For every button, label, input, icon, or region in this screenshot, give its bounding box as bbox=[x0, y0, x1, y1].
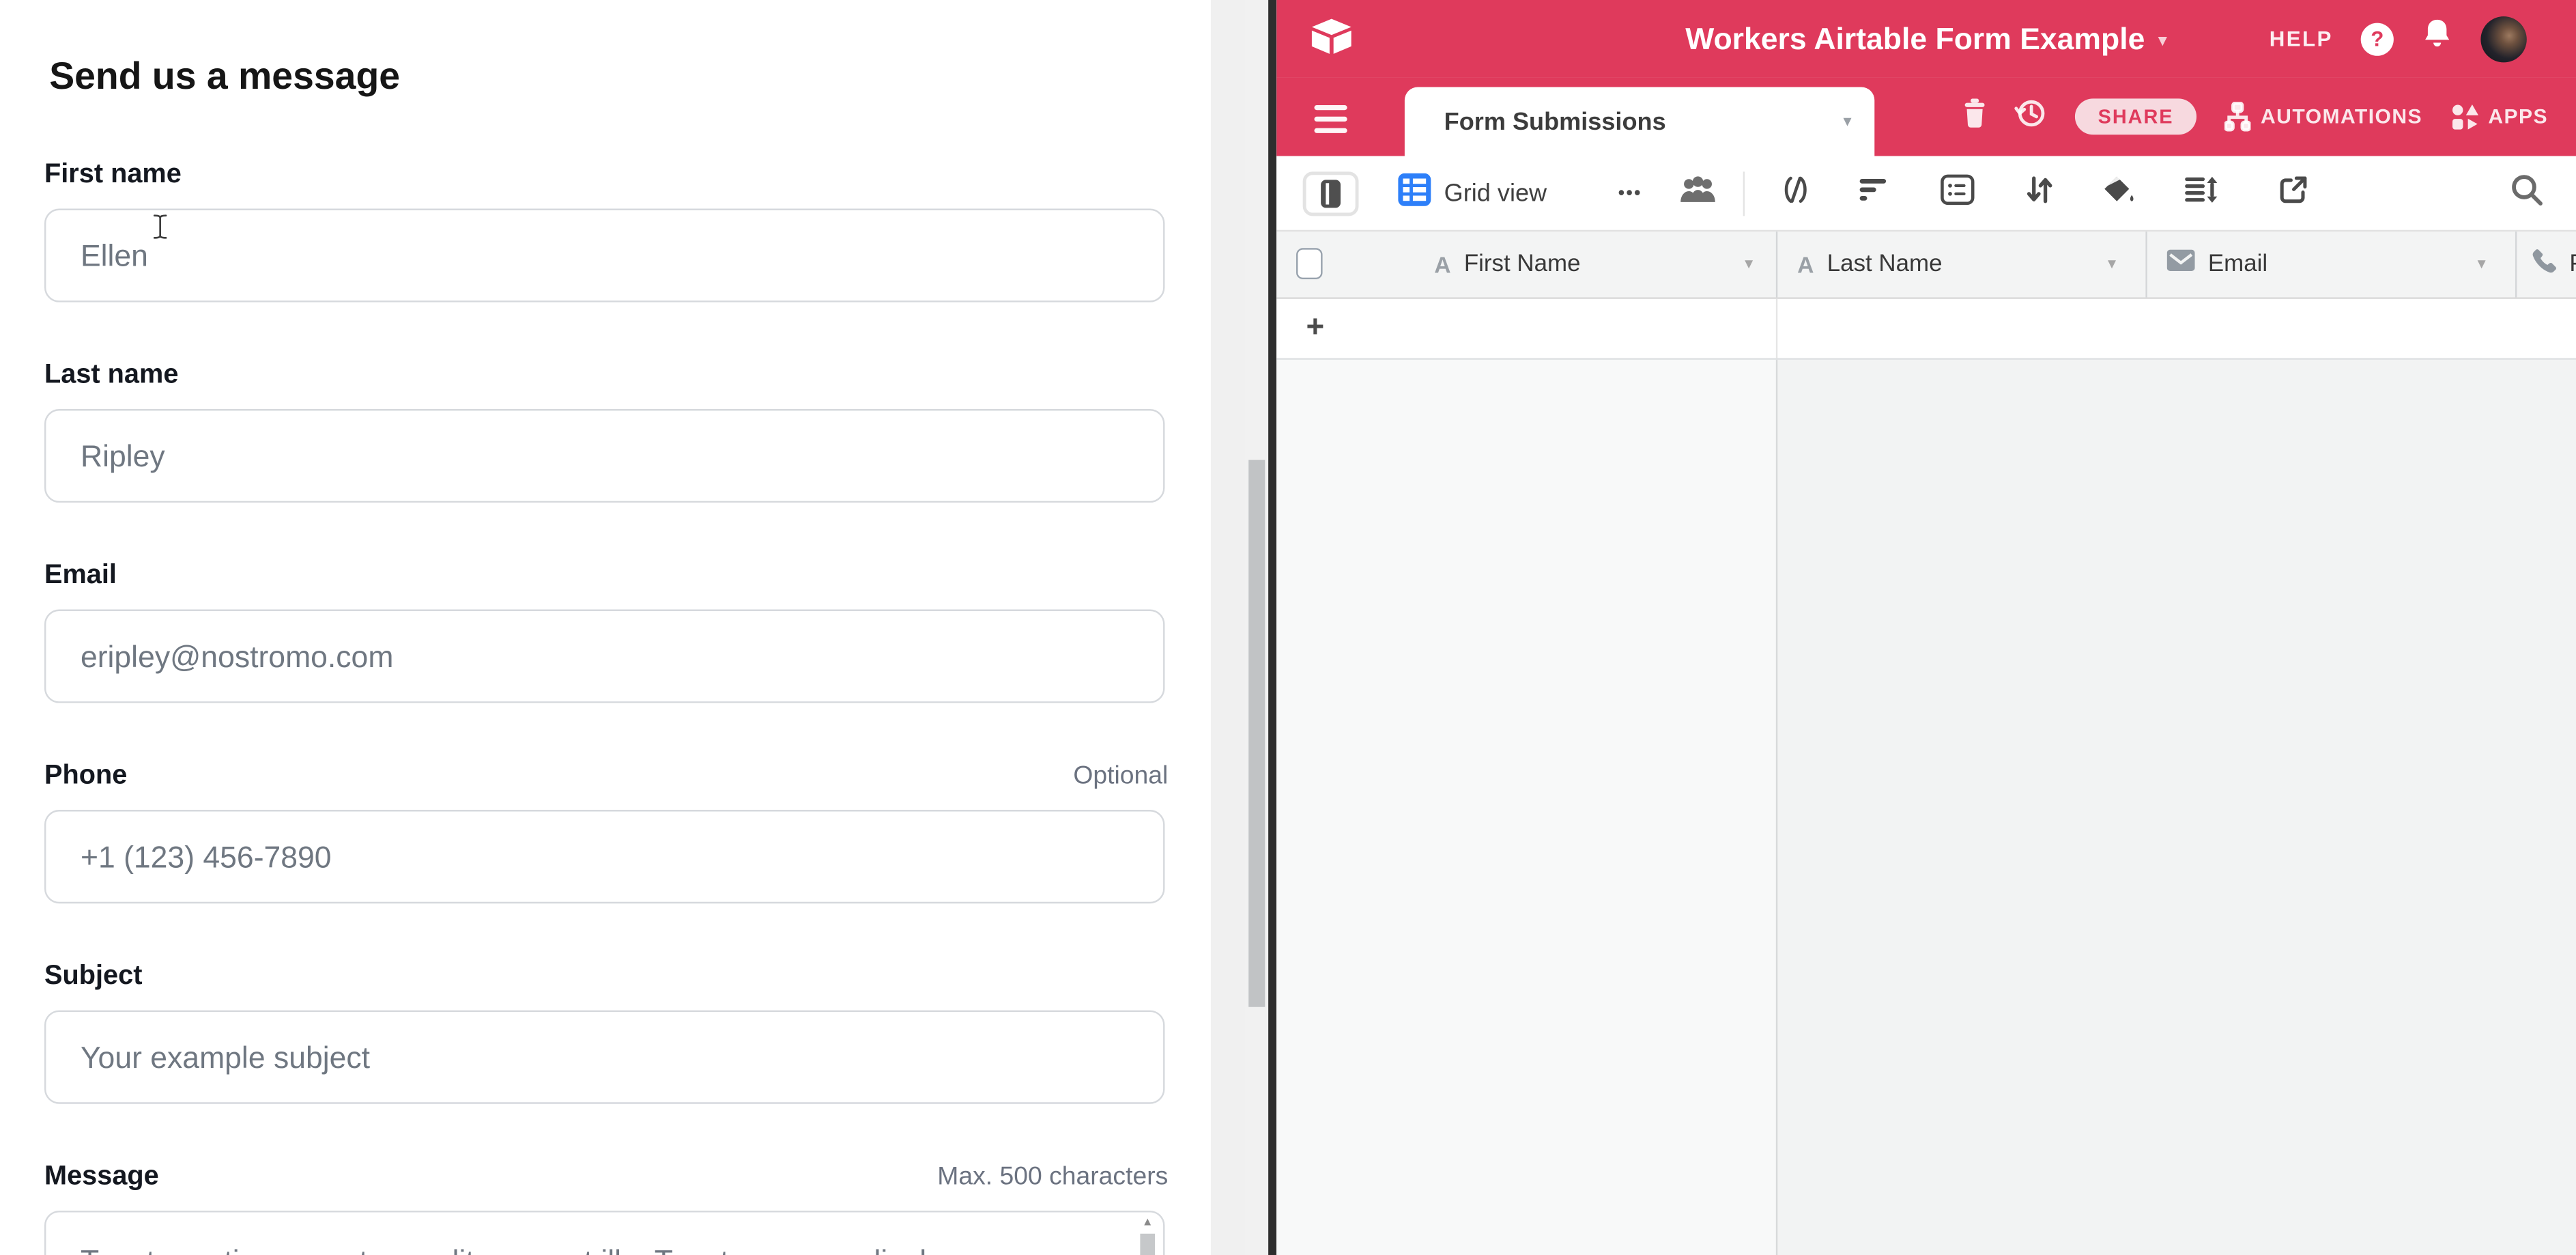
screen: Send us a message First name Last name E… bbox=[0, 0, 2576, 1255]
tab-bar-right-cluster: SHARE AUTOMATIONS bbox=[1963, 77, 2548, 156]
column-caret-icon[interactable]: ▾ bbox=[2478, 255, 2486, 273]
add-record-row[interactable]: + bbox=[1276, 299, 2576, 360]
first-name-field-group: First name bbox=[44, 159, 1168, 302]
last-name-input[interactable] bbox=[44, 409, 1165, 503]
last-name-field-group: Last name bbox=[44, 360, 1168, 503]
first-name-label: First name bbox=[44, 159, 182, 191]
tab-form-submissions[interactable]: Form Submissions ▾ bbox=[1405, 87, 1874, 156]
collaborators-icon[interactable] bbox=[1679, 175, 1717, 211]
grid-view-icon[interactable] bbox=[1398, 173, 1431, 214]
apps-label: APPS bbox=[2488, 105, 2548, 128]
form-pane-scrollbar-thumb[interactable] bbox=[1248, 460, 1265, 1007]
contact-form-pane: Send us a message First name Last name E… bbox=[0, 0, 1211, 1255]
window-divider bbox=[1268, 0, 1276, 1255]
apps-button[interactable]: APPS bbox=[2450, 102, 2548, 130]
toolbar-divider bbox=[1743, 171, 1745, 215]
message-maxchars-note: Max. 500 characters bbox=[937, 1163, 1168, 1192]
column-header-last-name[interactable]: A Last Name bbox=[1797, 231, 1942, 297]
automations-icon bbox=[2224, 102, 2251, 131]
sort-icon[interactable] bbox=[2026, 174, 2054, 212]
view-sidebar-toggle-button[interactable] bbox=[1303, 171, 1359, 215]
form-pane-gutter bbox=[1211, 0, 1246, 1255]
select-all-checkbox[interactable] bbox=[1296, 248, 1323, 279]
history-icon[interactable] bbox=[2014, 96, 2047, 137]
frozen-column-divider bbox=[1776, 360, 1777, 1255]
message-label: Message bbox=[44, 1161, 159, 1193]
table-body-left bbox=[1276, 360, 1776, 1255]
share-label: SHARE bbox=[2098, 105, 2174, 128]
top-bar-right-cluster: HELP ? bbox=[2270, 0, 2527, 77]
column-header-first-name[interactable]: A First Name bbox=[1434, 231, 1580, 297]
share-view-icon[interactable] bbox=[2278, 174, 2308, 212]
help-question-icon[interactable]: ? bbox=[2361, 22, 2394, 55]
scroll-up-icon[interactable]: ▲ bbox=[1142, 1215, 1154, 1230]
message-scrollbar[interactable]: ▲ bbox=[1137, 1215, 1158, 1255]
automations-button[interactable]: AUTOMATIONS bbox=[2224, 102, 2422, 131]
search-icon[interactable] bbox=[2510, 173, 2543, 214]
text-field-icon: A bbox=[1797, 251, 1814, 277]
notifications-bell-icon[interactable] bbox=[2422, 18, 2453, 59]
color-icon[interactable] bbox=[2101, 174, 2136, 212]
first-name-input[interactable] bbox=[44, 209, 1165, 302]
phone-field-group: Phone Optional bbox=[44, 761, 1168, 903]
group-icon[interactable] bbox=[1941, 173, 1975, 213]
message-field-group: Message Max. 500 characters Tenetur opti… bbox=[44, 1161, 1168, 1255]
automations-label: AUTOMATIONS bbox=[2261, 105, 2422, 128]
email-field-icon bbox=[2167, 250, 2195, 279]
table-body-right bbox=[1777, 360, 2576, 1255]
sidebar-toggle-icon bbox=[1321, 179, 1341, 207]
last-name-label: Last name bbox=[44, 360, 178, 391]
table-header-row: A First Name ▾ A Last Name ▾ Email bbox=[1276, 230, 2576, 299]
subject-input[interactable] bbox=[44, 1011, 1165, 1104]
message-textarea[interactable]: Tenetur optio quaerat expedita vero et i… bbox=[44, 1211, 1165, 1255]
user-avatar[interactable] bbox=[2480, 16, 2526, 61]
airtable-pane: Workers Airtable Form Example ▾ HELP ? F… bbox=[1276, 0, 2576, 1255]
email-field-group: Email bbox=[44, 560, 1168, 703]
message-scrollbar-thumb[interactable] bbox=[1140, 1234, 1155, 1255]
tab-caret-icon[interactable]: ▾ bbox=[1843, 113, 1851, 130]
airtable-top-bar: Workers Airtable Form Example ▾ HELP ? bbox=[1276, 0, 2576, 77]
text-field-icon: A bbox=[1434, 251, 1450, 277]
help-button[interactable]: HELP bbox=[2270, 26, 2333, 51]
subject-label: Subject bbox=[44, 961, 142, 992]
column-header-phone[interactable]: P bbox=[2532, 231, 2576, 297]
share-button[interactable]: SHARE bbox=[2075, 98, 2196, 135]
add-record-plus-icon[interactable]: + bbox=[1306, 311, 1324, 347]
base-title[interactable]: Workers Airtable Form Example bbox=[1685, 20, 2145, 57]
table-tab-bar: Form Submissions ▾ bbox=[1276, 77, 2576, 156]
base-title-caret-icon[interactable]: ▾ bbox=[2158, 26, 2167, 51]
phone-field-icon bbox=[2532, 248, 2556, 281]
column-caret-icon[interactable]: ▾ bbox=[1745, 255, 1753, 273]
message-text: Tenetur optio quaerat expedita vero et i… bbox=[46, 1212, 1163, 1255]
hide-fields-icon[interactable] bbox=[1779, 175, 1812, 211]
view-name-label[interactable]: Grid view bbox=[1444, 179, 1547, 207]
row-height-icon[interactable] bbox=[2184, 175, 2218, 211]
menu-hamburger-icon[interactable] bbox=[1315, 105, 1347, 133]
phone-label: Phone bbox=[44, 761, 127, 792]
tab-label: Form Submissions bbox=[1444, 108, 1666, 136]
column-caret-icon[interactable]: ▾ bbox=[2108, 255, 2116, 273]
phone-optional-note: Optional bbox=[1073, 762, 1168, 791]
filter-icon[interactable] bbox=[1858, 175, 1887, 210]
phone-input[interactable] bbox=[44, 810, 1165, 903]
text-cursor-icon bbox=[151, 214, 169, 249]
form-title: Send us a message bbox=[49, 54, 400, 98]
email-label: Email bbox=[44, 560, 117, 591]
email-input[interactable] bbox=[44, 610, 1165, 703]
column-header-email[interactable]: Email bbox=[2167, 231, 2267, 297]
subject-field-group: Subject bbox=[44, 961, 1168, 1103]
form-pane-scrollbar[interactable] bbox=[1245, 0, 1268, 1255]
apps-icon bbox=[2450, 102, 2478, 130]
more-options-icon[interactable]: ••• bbox=[1618, 183, 1642, 203]
view-toolbar: Grid view ••• bbox=[1276, 156, 2576, 230]
trash-icon[interactable] bbox=[1963, 98, 1986, 135]
